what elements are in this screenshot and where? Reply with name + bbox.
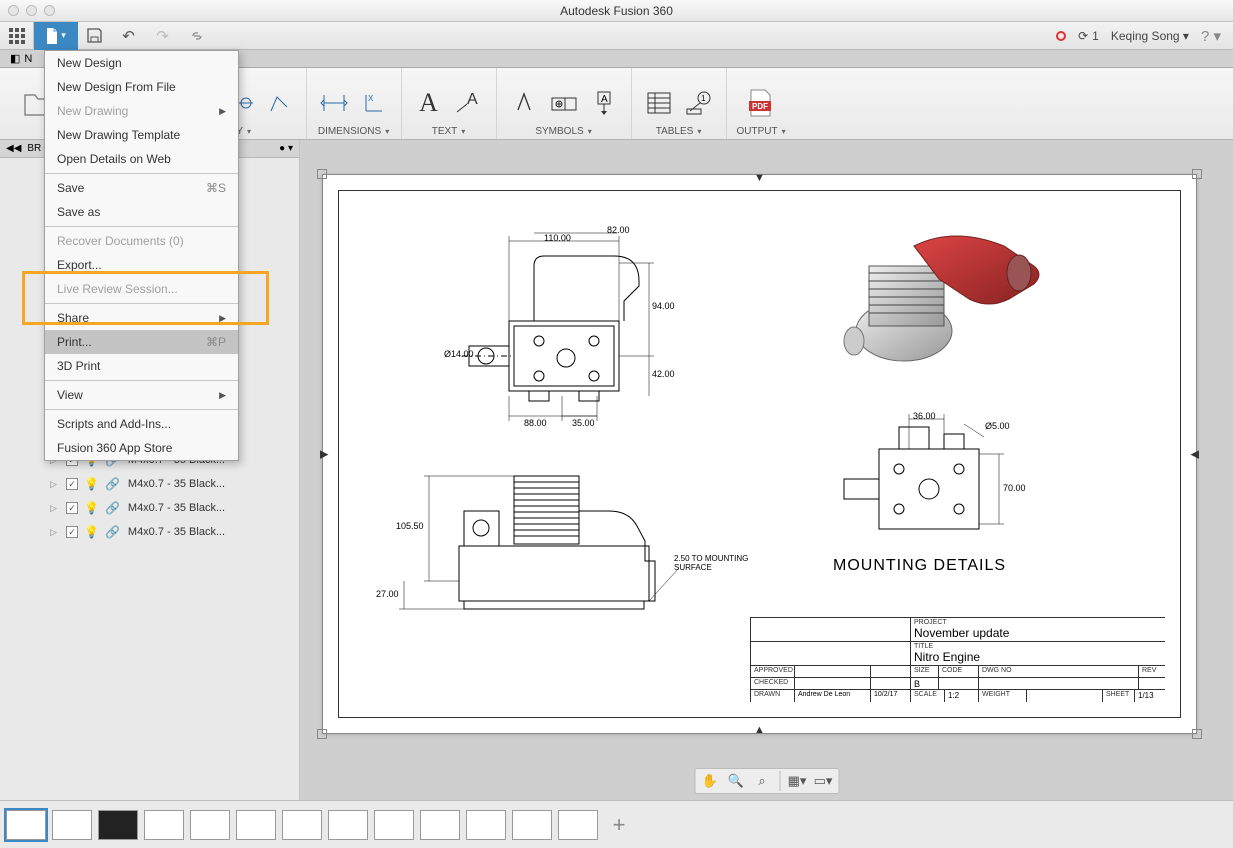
ribbon-group-text: A A TEXT: [402, 68, 497, 139]
sheet-thumb[interactable]: [6, 810, 46, 840]
iso-view: [819, 211, 1049, 381]
menu-item: Live Review Session...: [45, 277, 238, 301]
close-icon[interactable]: [8, 5, 19, 16]
svg-text:A: A: [601, 94, 608, 105]
ribbon-group-output: PDF OUTPUT: [727, 68, 796, 139]
file-menu-button[interactable]: ▾: [34, 22, 78, 50]
menu-item[interactable]: 3D Print: [45, 354, 238, 378]
sheet-thumb[interactable]: [420, 810, 460, 840]
grid-icon[interactable]: ▦▾: [786, 771, 808, 791]
menu-item[interactable]: Share▶: [45, 306, 238, 330]
zoom-icon[interactable]: [44, 5, 55, 16]
data-panel-button[interactable]: [0, 22, 34, 50]
ribbon-group-symbols: A SYMBOLS: [497, 68, 632, 139]
titlebar: Autodesk Fusion 360: [0, 0, 1233, 22]
sheet-thumb[interactable]: [190, 810, 230, 840]
drawing-sheet: ▼ ▲ ▶ ◀: [322, 174, 1197, 734]
pdf-icon[interactable]: PDF: [744, 86, 778, 120]
menu-item[interactable]: Save as: [45, 200, 238, 224]
menu-item[interactable]: Fusion 360 App Store: [45, 436, 238, 460]
menu-item[interactable]: Open Details on Web: [45, 147, 238, 171]
sheet-thumb[interactable]: [466, 810, 506, 840]
ribbon-label-output[interactable]: OUTPUT: [737, 126, 786, 137]
job-status[interactable]: ⟳1: [1078, 29, 1099, 43]
sheet-thumb[interactable]: [512, 810, 552, 840]
ordinate-icon[interactable]: X: [357, 86, 391, 120]
dimension-icon[interactable]: [317, 86, 351, 120]
zoom-window-icon[interactable]: ⌕: [751, 771, 773, 791]
leader-icon[interactable]: A: [452, 86, 486, 120]
svg-text:PDF: PDF: [752, 102, 768, 111]
redo-button[interactable]: ↷: [146, 22, 180, 50]
svg-text:X: X: [368, 94, 374, 103]
fcf-icon[interactable]: [547, 86, 581, 120]
menu-item[interactable]: View▶: [45, 383, 238, 407]
front-view-drawing: [414, 221, 674, 421]
menu-item[interactable]: Export...: [45, 253, 238, 277]
main-toolbar: ▾ ↶ ↷ ⟳1 Keqing Song ▾ ? ▾: [0, 22, 1233, 50]
sheet-thumb[interactable]: [328, 810, 368, 840]
browser-item[interactable]: ▷✓💡🔗M4x0.7 - 35 Black...: [0, 472, 299, 496]
menu-item[interactable]: New Drawing Template: [45, 123, 238, 147]
drawing-canvas[interactable]: ▼ ▲ ▶ ◀: [300, 140, 1233, 800]
datum-icon[interactable]: A: [587, 86, 621, 120]
balloon-icon[interactable]: 1: [682, 86, 716, 120]
link-button[interactable]: [180, 22, 214, 50]
ribbon-label-dimensions[interactable]: DIMENSIONS: [318, 126, 389, 137]
mounting-title: MOUNTING DETAILS: [833, 557, 1006, 575]
sheet-thumbnails: +: [0, 800, 1233, 848]
title-block: PROJECT November update TITLE Nitro Engi…: [750, 617, 1165, 702]
menu-item[interactable]: New Design From File: [45, 75, 238, 99]
file-menu: New DesignNew Design From FileNew Drawin…: [44, 50, 239, 461]
pan-icon[interactable]: ✋: [699, 771, 721, 791]
help-button[interactable]: ? ▾: [1201, 27, 1221, 45]
sheet-thumb[interactable]: [52, 810, 92, 840]
menu-item: Recover Documents (0): [45, 229, 238, 253]
menu-item: New Drawing▶: [45, 99, 238, 123]
minimize-icon[interactable]: [26, 5, 37, 16]
undo-button[interactable]: ↶: [112, 22, 146, 50]
window-title: Autodesk Fusion 360: [560, 4, 673, 18]
sheet-thumb[interactable]: [282, 810, 322, 840]
ribbon-label-text[interactable]: TEXT: [432, 126, 466, 137]
sheet-thumb[interactable]: [144, 810, 184, 840]
svg-text:A: A: [467, 92, 478, 108]
zoom-icon[interactable]: 🔍: [725, 771, 747, 791]
user-menu[interactable]: Keqing Song ▾: [1111, 29, 1189, 43]
edge-ext-icon[interactable]: [262, 86, 296, 120]
svg-text:1: 1: [701, 94, 706, 103]
browser-item[interactable]: ▷✓💡🔗M4x0.7 - 35 Black...: [0, 520, 299, 544]
save-button[interactable]: [78, 22, 112, 50]
menu-item[interactable]: New Design: [45, 51, 238, 75]
sheet-thumb[interactable]: [558, 810, 598, 840]
ribbon-label-symbols[interactable]: SYMBOLS: [535, 126, 591, 137]
menu-item[interactable]: Scripts and Add-Ins...: [45, 412, 238, 436]
text-icon[interactable]: A: [412, 86, 446, 120]
sheet-thumb[interactable]: [98, 810, 138, 840]
display-icon[interactable]: ▭▾: [812, 771, 834, 791]
table-icon[interactable]: [642, 86, 676, 120]
window-controls: [8, 5, 55, 16]
view-controls: ✋ 🔍 ⌕ ▦▾ ▭▾: [694, 768, 839, 794]
add-sheet-button[interactable]: +: [604, 810, 634, 840]
ribbon-label-tables[interactable]: TABLES: [656, 126, 702, 137]
record-icon[interactable]: [1056, 31, 1066, 41]
menu-item[interactable]: Print...⌘P: [45, 330, 238, 354]
sheet-thumb[interactable]: [236, 810, 276, 840]
ribbon-group-tables: 1 TABLES: [632, 68, 727, 139]
document-tab[interactable]: N: [24, 53, 32, 65]
side-view-drawing: [384, 456, 704, 631]
ribbon-group-dimensions: X DIMENSIONS: [307, 68, 402, 139]
menu-item[interactable]: Save⌘S: [45, 176, 238, 200]
sheet-thumb[interactable]: [374, 810, 414, 840]
surface-icon[interactable]: [507, 86, 541, 120]
browser-item[interactable]: ▷✓💡🔗M4x0.7 - 35 Black...: [0, 496, 299, 520]
